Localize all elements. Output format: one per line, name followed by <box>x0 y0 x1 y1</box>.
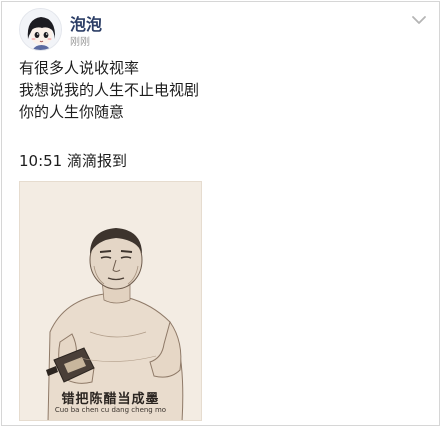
post-text-line: 你的人生你随意 <box>19 103 125 121</box>
checkin-text: 10:51 滴滴报到 <box>19 152 127 170</box>
post-image[interactable]: 错把陈醋当成墨 Cuo ba chen cu dang cheng mo <box>19 181 202 421</box>
post-text: 有很多人说收视率 我想说我的人生不止电视剧 你的人生你随意 <box>19 57 199 123</box>
avatar[interactable] <box>19 8 62 51</box>
anime-girl-avatar-icon <box>20 9 61 50</box>
author-name[interactable]: 泡泡 <box>70 11 102 35</box>
poster-pinyin: Cuo ba chen cu dang cheng mo <box>54 406 167 414</box>
post-text-line: 有很多人说收视率 <box>19 59 140 77</box>
post-text-line: 我想说我的人生不止电视剧 <box>19 81 200 99</box>
chevron-down-icon[interactable] <box>410 13 428 27</box>
sketch-illustration <box>46 228 184 420</box>
poster-title: 错把陈醋当成墨 <box>61 392 160 407</box>
post-timestamp: 刚刚 <box>70 37 90 48</box>
post-card: 泡泡 刚刚 有很多人说收视率 我想说我的人生不止电视剧 你的人生你随意 10:5… <box>1 1 440 426</box>
